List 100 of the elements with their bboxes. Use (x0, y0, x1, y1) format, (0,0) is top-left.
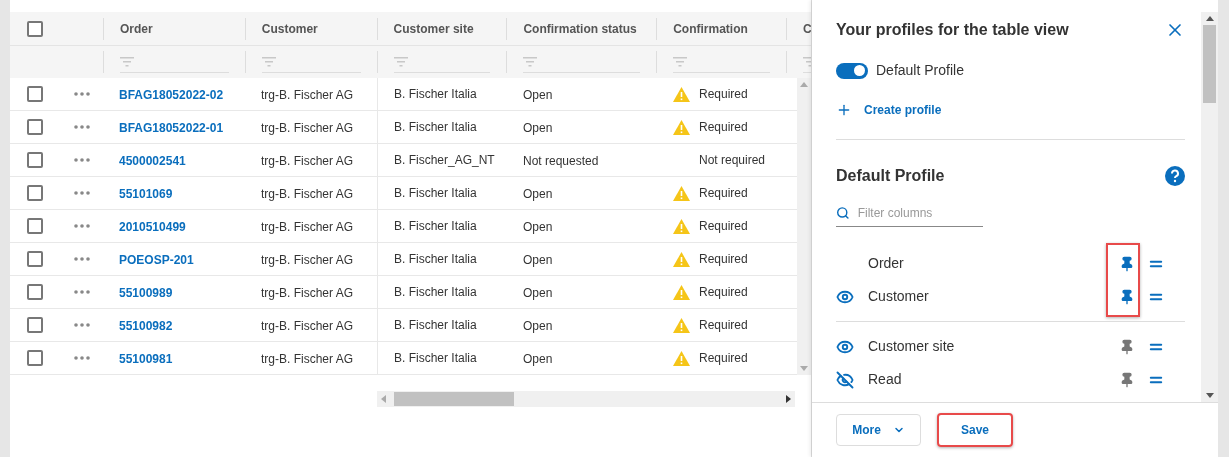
warning-icon (673, 218, 690, 234)
customer-cell-text: trg-B. Fischer AG (260, 154, 355, 168)
confirmation-cell-text: Required (699, 317, 748, 334)
pin-icon[interactable] (1119, 288, 1135, 305)
confirmation-status-cell-text: Open (522, 352, 554, 366)
column-header[interactable]: Customer (245, 19, 318, 38)
row-checkbox[interactable] (27, 86, 43, 102)
warning-icon (673, 185, 690, 201)
row-checkbox[interactable] (27, 350, 43, 366)
profile-toggle[interactable] (836, 62, 868, 79)
customer-site-cell-text: B. Fischer Italia (393, 350, 478, 367)
confirmation-cell-text: Not required (699, 152, 766, 169)
filter-icon (393, 56, 408, 67)
column-name: Order (868, 254, 905, 273)
filter-columns-field[interactable]: Filter columns (857, 204, 983, 222)
more-options-icon[interactable] (73, 323, 90, 327)
eye-off-icon[interactable] (836, 370, 854, 389)
column-header[interactable]: Customer site (377, 19, 474, 38)
customer-cell-text: trg-B. Fischer AG (260, 352, 355, 366)
pin-icon[interactable] (1119, 338, 1135, 355)
confirmation-status-cell-text: Open (522, 220, 554, 234)
create-profile-button[interactable]: Create profile (836, 101, 942, 119)
scroll-right-icon[interactable] (786, 395, 791, 403)
row-checkbox[interactable] (27, 284, 43, 300)
filter-icon (119, 56, 134, 67)
more-options-icon[interactable] (73, 191, 90, 195)
column-header[interactable]: C (787, 19, 811, 38)
order-link[interactable]: POEOSP-201 (103, 253, 210, 267)
plus-icon (836, 102, 852, 118)
save-button[interactable]: Save (937, 413, 1013, 447)
column-name: Read (868, 370, 903, 389)
customer-cell-text: trg-B. Fischer AG (260, 187, 355, 201)
help-icon[interactable] (1165, 166, 1185, 186)
customer-cell-text: trg-B. Fischer AG (260, 253, 355, 267)
search-icon (836, 205, 850, 221)
pin-icon[interactable] (1119, 371, 1135, 388)
row-checkbox[interactable] (27, 185, 43, 201)
confirmation-cell-text: Required (699, 218, 748, 235)
column-name: Customer site (868, 337, 956, 356)
horizontal-scrollbar[interactable] (377, 391, 795, 407)
row-checkbox[interactable] (27, 317, 43, 333)
column-name: Customer (868, 287, 930, 306)
warning-icon (673, 317, 690, 333)
confirmation-status-cell-text: Open (522, 121, 554, 135)
confirmation-status-cell-text: Open (522, 319, 554, 333)
filter-icon (261, 56, 276, 67)
confirmation-cell-text: Required (699, 350, 748, 367)
column-header[interactable]: Order (103, 19, 153, 38)
scroll-down-icon[interactable] (1205, 393, 1214, 398)
confirmation-cell-text: Required (699, 119, 748, 136)
confirmation-status-cell-text: Open (522, 187, 554, 201)
warning-icon (673, 119, 690, 135)
row-checkbox[interactable] (27, 218, 43, 234)
order-link[interactable]: 55101069 (103, 187, 189, 201)
column-header[interactable]: Confirmation (657, 19, 748, 38)
customer-site-cell-text: B. Fischer Italia (393, 185, 478, 202)
filter-icon (673, 56, 688, 67)
order-link[interactable]: BFAG18052022-02 (103, 88, 240, 102)
customer-site-cell-text: B. Fischer Italia (393, 86, 478, 103)
confirmation-cell-text: Required (699, 284, 748, 301)
customer-site-cell-text: B. Fischer Italia (393, 119, 478, 136)
warning-icon (673, 350, 690, 366)
customer-cell-text: trg-B. Fischer AG (260, 220, 355, 234)
column-header[interactable]: Confirmation status (507, 19, 637, 38)
row-checkbox[interactable] (27, 119, 43, 135)
scroll-up-icon[interactable] (1205, 16, 1214, 21)
customer-site-cell-text: B. Fischer_AG_NT (393, 152, 496, 169)
more-options-icon[interactable] (73, 356, 90, 360)
confirmation-cell-text: Required (699, 251, 748, 268)
order-link[interactable]: 55100981 (103, 352, 189, 366)
more-options-icon[interactable] (73, 158, 90, 162)
scrollbar-thumb[interactable] (394, 392, 514, 406)
confirmation-cell-text: Required (699, 86, 748, 103)
order-link[interactable]: BFAG18052022-01 (103, 121, 240, 135)
confirmation-cell-text: Required (699, 185, 748, 202)
warning-icon (673, 251, 690, 267)
more-button[interactable]: More (836, 414, 921, 446)
select-all-checkbox[interactable] (26, 20, 43, 37)
more-options-icon[interactable] (73, 125, 90, 129)
customer-cell-text: trg-B. Fischer AG (260, 319, 355, 333)
more-options-icon[interactable] (73, 224, 90, 228)
customer-site-cell-text: B. Fischer Italia (393, 284, 478, 301)
more-options-icon[interactable] (73, 290, 90, 294)
confirmation-status-cell-text: Open (522, 286, 554, 300)
order-link[interactable]: 4500002541 (103, 154, 202, 168)
order-link[interactable]: 55100982 (103, 319, 189, 333)
confirmation-status-cell-text: Open (522, 88, 554, 102)
row-checkbox[interactable] (27, 152, 43, 168)
panel-title: Your profiles for the table view (836, 20, 1069, 40)
customer-cell-text: trg-B. Fischer AG (260, 88, 355, 102)
scrollbar-thumb[interactable] (1203, 25, 1216, 103)
panel-scrollbar[interactable] (1201, 12, 1218, 402)
more-options-icon[interactable] (73, 92, 90, 96)
order-link[interactable]: 2010510499 (103, 220, 202, 234)
row-checkbox[interactable] (27, 251, 43, 267)
pin-icon[interactable] (1119, 255, 1135, 272)
order-link[interactable]: 55100989 (103, 286, 189, 300)
filter-icon (523, 56, 538, 67)
warning-icon (673, 86, 690, 102)
more-options-icon[interactable] (73, 257, 90, 261)
